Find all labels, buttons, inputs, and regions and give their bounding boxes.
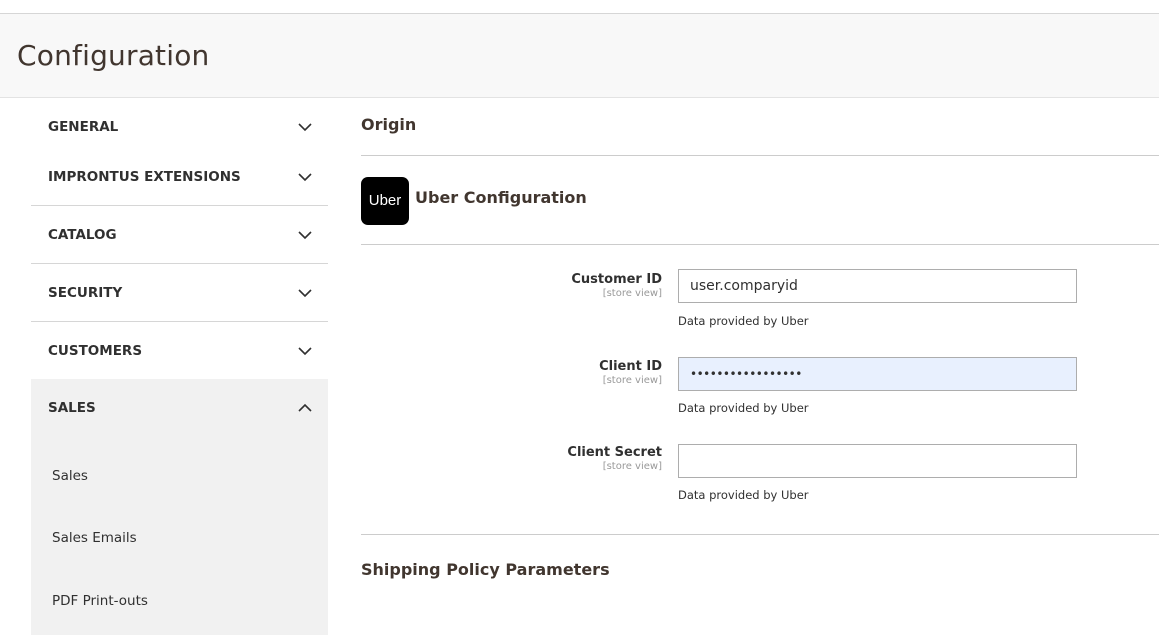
sidebar-item-label: CUSTOMERS (48, 342, 143, 359)
client-secret-input[interactable] (678, 444, 1077, 478)
sidebar-item-catalog[interactable]: CATALOG (31, 206, 328, 264)
submenu-item-sales[interactable]: Sales (52, 468, 88, 484)
config-sidebar: GENERAL IMPRONTUS EXTENSIONS CATALOG SEC… (31, 98, 328, 635)
sidebar-item-label: SALES (48, 399, 96, 416)
shipping-policy-section-title[interactable]: Shipping Policy Parameters (361, 560, 610, 579)
customer-id-note: Data provided by Uber (678, 314, 809, 328)
chevron-down-icon (298, 172, 312, 181)
section-divider (361, 155, 1159, 156)
sidebar-item-label: GENERAL (48, 118, 119, 135)
client-id-input[interactable]: ••••••••••••••••• (678, 357, 1077, 391)
sidebar-item-label: SECURITY (48, 284, 123, 301)
client-id-label: Client ID [store view] (599, 359, 662, 386)
sidebar-item-label: IMPRONTUS EXTENSIONS (48, 168, 241, 185)
origin-section-title[interactable]: Origin (361, 115, 416, 134)
sidebar-item-customers[interactable]: CUSTOMERS (31, 322, 328, 380)
chevron-down-icon (298, 122, 312, 131)
uber-logo: Uber (361, 177, 409, 225)
sidebar-item-security[interactable]: SECURITY (31, 264, 328, 322)
chevron-up-icon (298, 403, 312, 412)
section-divider (361, 534, 1159, 535)
chevron-down-icon (298, 346, 312, 355)
sales-submenu: Sales Sales Emails PDF Print-outs (31, 435, 328, 635)
page-title: Configuration (17, 39, 210, 72)
customer-id-label: Customer ID [store view] (571, 272, 662, 299)
config-main: Origin Uber Uber Configuration Customer … (361, 98, 1159, 633)
uber-configuration-title[interactable]: Uber Configuration (415, 188, 587, 207)
client-id-note: Data provided by Uber (678, 401, 809, 415)
client-secret-label: Client Secret [store view] (567, 445, 662, 472)
chevron-down-icon (298, 288, 312, 297)
customer-id-input[interactable]: user.comparyid (678, 269, 1077, 303)
section-divider (361, 244, 1159, 245)
submenu-item-sales-emails[interactable]: Sales Emails (52, 530, 137, 546)
sidebar-item-sales[interactable]: SALES (31, 379, 328, 437)
chevron-down-icon (298, 230, 312, 239)
sidebar-item-improntus-extensions[interactable]: IMPRONTUS EXTENSIONS (31, 148, 328, 206)
client-secret-note: Data provided by Uber (678, 488, 809, 502)
sidebar-item-label: CATALOG (48, 226, 117, 243)
submenu-item-pdf-print-outs[interactable]: PDF Print-outs (52, 593, 148, 609)
page-header: Configuration (0, 14, 1159, 98)
